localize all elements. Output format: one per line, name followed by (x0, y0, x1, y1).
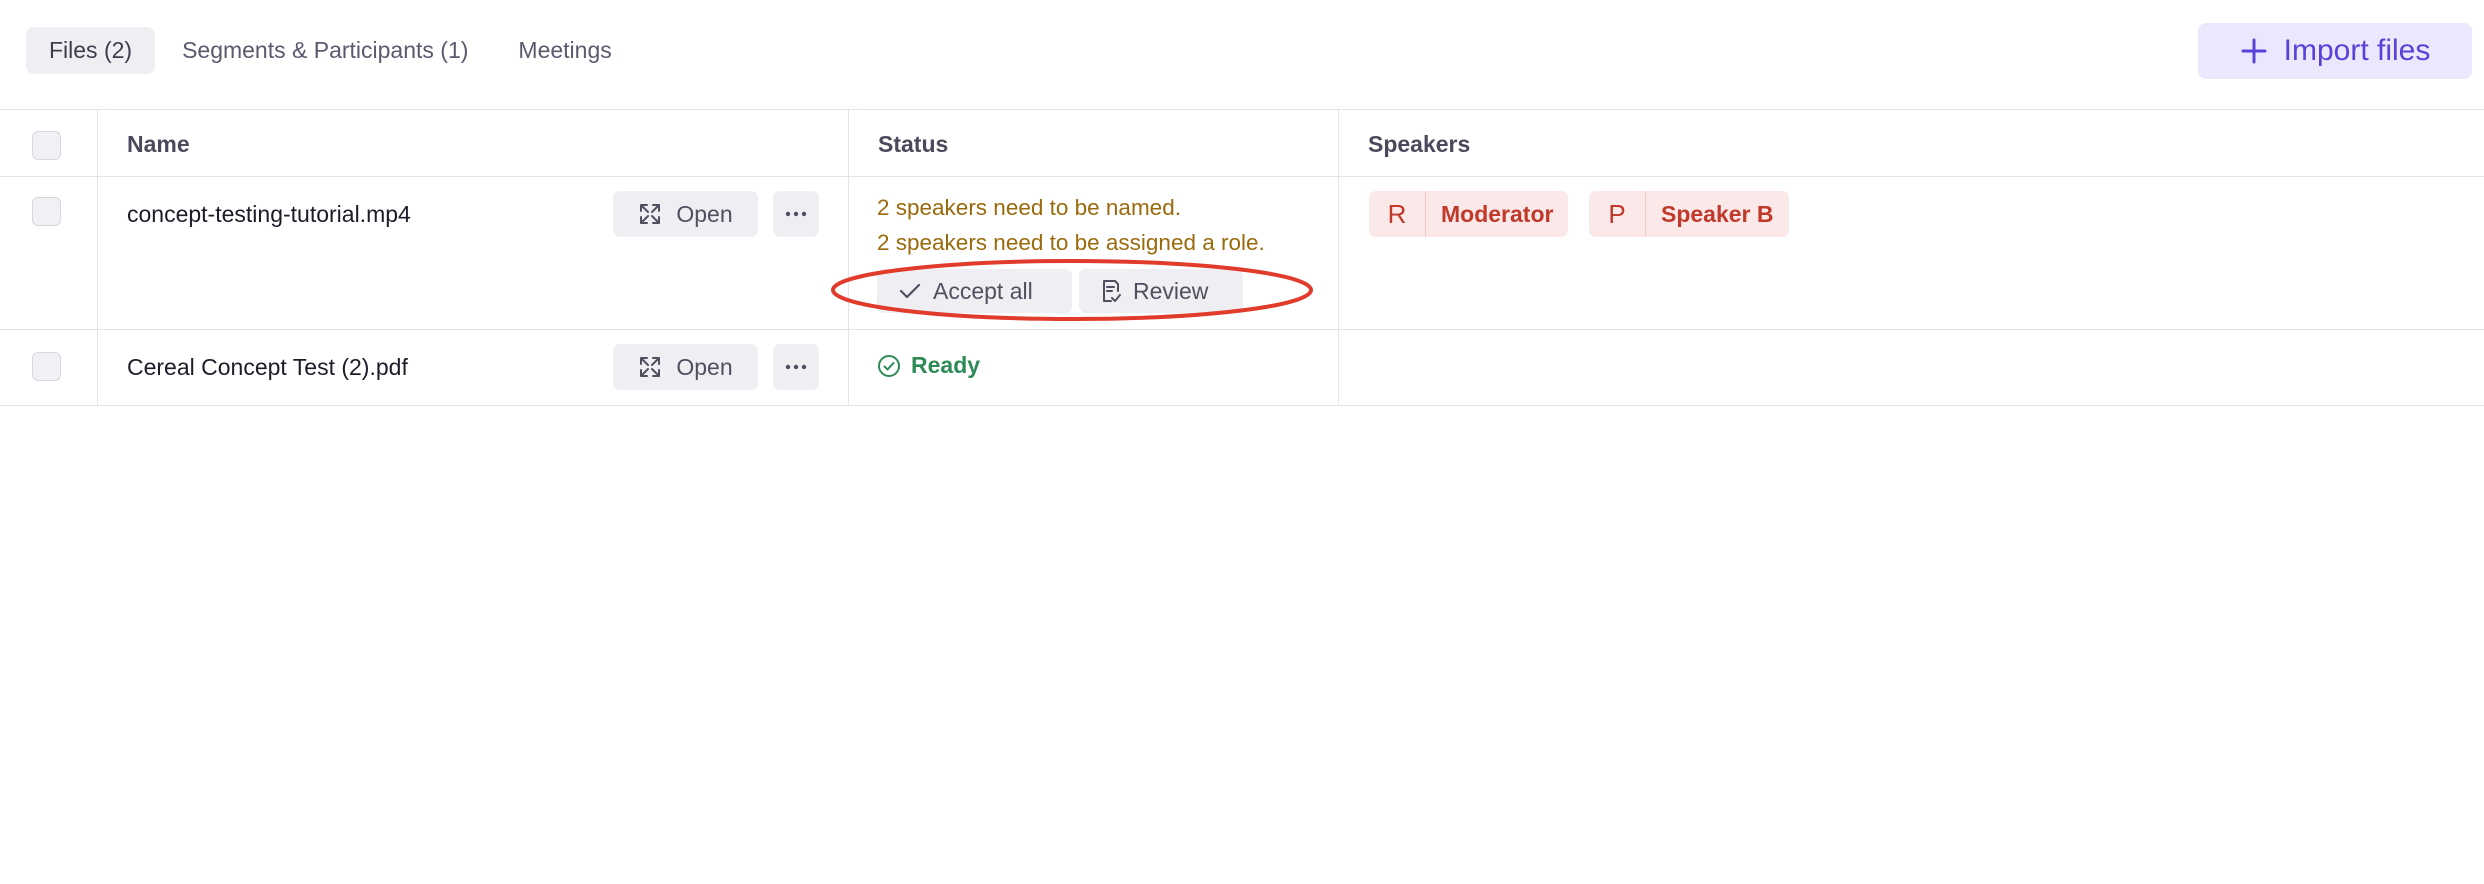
row-select-cell (0, 330, 98, 405)
table-row: Cereal Concept Test (2).pdf Open Ready (0, 330, 2484, 406)
check-icon (899, 283, 921, 299)
top-bar: Files (2) Segments & Participants (1) Me… (0, 0, 2484, 110)
row-checkbox[interactable] (32, 352, 61, 381)
status-ready-label: Ready (911, 352, 981, 378)
speaker-avatar-letter: P (1589, 191, 1646, 237)
open-button[interactable]: Open (613, 191, 758, 237)
open-label: Open (676, 200, 733, 227)
header-name-cell: Name (98, 110, 849, 176)
open-label: Open (676, 353, 733, 380)
tab-bar: Files (2) Segments & Participants (1) Me… (26, 27, 635, 74)
review-button[interactable]: Review (1079, 269, 1243, 313)
header-status-cell: Status (849, 110, 1339, 176)
name-cell: concept-testing-tutorial.mp4 Open (98, 177, 849, 329)
header-speakers-cell: Speakers (1339, 110, 2484, 176)
speakers-cell: R Moderator P Speaker B (1339, 177, 2484, 329)
tab-files[interactable]: Files (2) (26, 27, 156, 74)
tab-segments-participants[interactable]: Segments & Participants (1) (159, 27, 491, 74)
table-row: concept-testing-tutorial.mp4 Open 2 spea… (0, 177, 2484, 330)
table-header: Name Status Speakers (0, 109, 2484, 177)
expand-icon (640, 204, 661, 224)
file-name: Cereal Concept Test (2).pdf (127, 354, 408, 380)
status-warning-role: 2 speakers need to be assigned a role. (877, 230, 1265, 255)
speaker-chip-moderator[interactable]: R Moderator (1369, 191, 1569, 237)
status-ready: Ready (877, 352, 980, 379)
accept-all-button[interactable]: Accept all (877, 269, 1072, 313)
review-label: Review (1133, 277, 1209, 304)
check-circle-icon (878, 354, 900, 377)
row-select-cell (0, 177, 98, 329)
ellipsis-icon (785, 211, 807, 217)
open-button[interactable]: Open (613, 344, 758, 390)
speaker-chip-speaker-b[interactable]: P Speaker B (1589, 191, 1789, 237)
files-table: Name Status Speakers concept-testing-tut… (0, 109, 2484, 406)
import-files-label: Import files (2283, 34, 2431, 67)
more-options-button[interactable] (773, 191, 819, 237)
accept-all-label: Accept all (933, 277, 1033, 304)
status-warning-named: 2 speakers need to be named. (877, 195, 1181, 220)
speaker-role-label: Moderator (1441, 200, 1554, 227)
row-checkbox[interactable] (32, 197, 61, 226)
status-cell: 2 speakers need to be named. 2 speakers … (849, 177, 1339, 329)
file-name: concept-testing-tutorial.mp4 (127, 201, 411, 227)
speakers-cell (1339, 330, 2484, 405)
status-cell: Ready (849, 330, 1339, 405)
tab-meetings[interactable]: Meetings (495, 27, 634, 74)
column-header-status: Status (878, 131, 949, 157)
column-header-name: Name (127, 131, 190, 157)
name-cell: Cereal Concept Test (2).pdf Open (98, 330, 849, 405)
header-select-cell (0, 110, 98, 176)
import-files-button[interactable]: Import files (2198, 23, 2472, 79)
review-document-icon (1103, 280, 1121, 302)
column-header-speakers: Speakers (1368, 131, 1471, 157)
plus-icon (2241, 38, 2267, 64)
ellipsis-icon (785, 364, 807, 370)
expand-icon (640, 357, 661, 377)
more-options-button[interactable] (773, 344, 819, 390)
speaker-avatar-letter: R (1369, 191, 1426, 237)
select-all-checkbox[interactable] (32, 131, 61, 160)
speaker-role-label: Speaker B (1661, 200, 1774, 227)
